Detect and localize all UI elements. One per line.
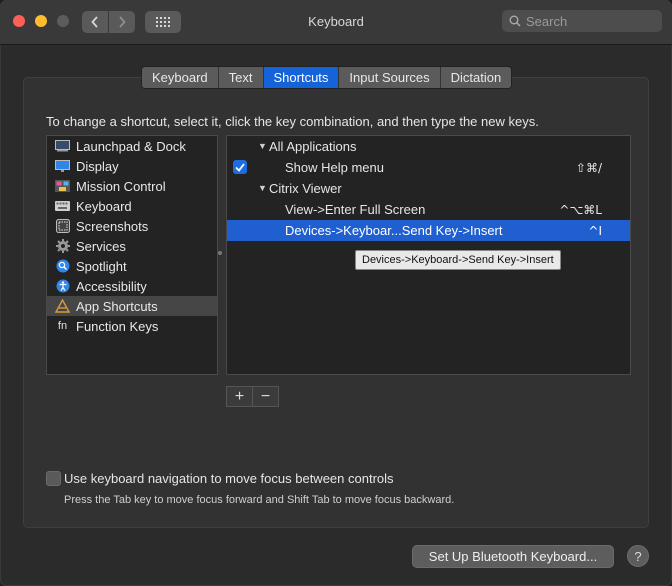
screenshots-icon	[55, 219, 70, 233]
remove-shortcut-button[interactable]: −	[253, 387, 278, 406]
mission-control-icon	[55, 179, 70, 193]
accessibility-icon	[55, 279, 70, 293]
tab-bar: Keyboard Text Shortcuts Input Sources Di…	[141, 66, 513, 89]
shortcut-category-list: Launchpad & Dock Display Mission Control…	[46, 135, 218, 375]
shortcut-keys[interactable]: ^I	[588, 224, 602, 238]
split-view-handle[interactable]	[218, 251, 222, 255]
shortcut-enabled-checkbox[interactable]	[233, 160, 247, 174]
category-label: Keyboard	[76, 198, 132, 214]
category-label: Spotlight	[76, 258, 127, 274]
category-label: Services	[76, 238, 126, 254]
launchpad-icon	[55, 139, 70, 153]
category-function-keys[interactable]: fn Function Keys	[47, 316, 217, 336]
category-accessibility[interactable]: Accessibility	[47, 276, 217, 296]
category-display[interactable]: Display	[47, 156, 217, 176]
keyboard-preferences-window: Keyboard Keyboard Text Shortcuts Input S…	[0, 0, 672, 586]
tab-text[interactable]: Text	[218, 67, 264, 88]
keyboard-navigation-note: Press the Tab key to move focus forward …	[64, 494, 455, 506]
search-input[interactable]	[526, 13, 656, 29]
setup-bluetooth-keyboard-button[interactable]: Set Up Bluetooth Keyboard...	[412, 545, 614, 568]
shortcut-row-show-help-menu[interactable]: Show Help menu ⇧⌘/	[227, 157, 630, 178]
disclosure-triangle-icon[interactable]: ▼	[258, 183, 267, 193]
shortcut-group-all-applications[interactable]: ▼ All Applications	[227, 136, 630, 157]
category-app-shortcuts[interactable]: App Shortcuts	[47, 296, 217, 316]
tooltip: Devices->Keyboard->Send Key->Insert	[355, 250, 561, 270]
category-screenshots[interactable]: Screenshots	[47, 216, 217, 236]
category-label: Function Keys	[76, 318, 159, 334]
checkmark-icon	[235, 162, 245, 172]
category-services[interactable]: Services	[47, 236, 217, 256]
shortcut-keys[interactable]: ⇧⌘/	[576, 161, 602, 175]
search-field[interactable]	[502, 10, 662, 32]
keyboard-navigation-label[interactable]: Use keyboard navigation to move focus be…	[64, 471, 394, 486]
category-label: Accessibility	[76, 278, 147, 294]
category-label: Launchpad & Dock	[76, 138, 186, 154]
title-bar: Keyboard	[0, 0, 672, 45]
keyboard-navigation-checkbox[interactable]	[46, 471, 61, 486]
fn-icon: fn	[57, 320, 68, 332]
category-label: Screenshots	[76, 218, 149, 234]
disclosure-triangle-icon[interactable]: ▼	[258, 141, 267, 151]
shortcut-label: Devices->Keyboar...Send Key->Insert	[285, 223, 503, 238]
shortcut-group-citrix-viewer[interactable]: ▼ Citrix Viewer	[227, 178, 630, 199]
keyboard-icon	[55, 199, 70, 213]
tab-shortcuts[interactable]: Shortcuts	[263, 67, 340, 88]
group-label: Citrix Viewer	[269, 181, 342, 196]
category-label: Display	[76, 158, 119, 174]
shortcut-label: View->Enter Full Screen	[285, 202, 426, 217]
search-icon	[509, 15, 521, 27]
category-spotlight[interactable]: Spotlight	[47, 256, 217, 276]
category-launchpad-dock[interactable]: Launchpad & Dock	[47, 136, 217, 156]
app-shortcuts-icon	[55, 299, 70, 313]
add-remove-control: + −	[226, 386, 279, 407]
shortcut-row-send-key-insert[interactable]: Devices->Keyboar...Send Key->Insert ^I	[227, 220, 630, 241]
shortcut-label: Show Help menu	[285, 160, 384, 175]
group-label: All Applications	[269, 139, 357, 154]
tab-input-sources[interactable]: Input Sources	[339, 67, 441, 88]
category-keyboard[interactable]: Keyboard	[47, 196, 217, 216]
shortcut-keys[interactable]: ^⌥⌘L	[559, 203, 602, 217]
gear-icon	[55, 239, 70, 253]
display-icon	[55, 159, 70, 173]
spotlight-icon	[55, 259, 70, 273]
category-mission-control[interactable]: Mission Control	[47, 176, 217, 196]
shortcut-row-enter-full-screen[interactable]: View->Enter Full Screen ^⌥⌘L	[227, 199, 630, 220]
add-shortcut-button[interactable]: +	[227, 387, 253, 406]
category-label: App Shortcuts	[76, 298, 158, 314]
category-label: Mission Control	[76, 178, 166, 194]
instructions-text: To change a shortcut, select it, click t…	[46, 114, 539, 129]
help-button[interactable]: ?	[627, 545, 649, 567]
tab-keyboard[interactable]: Keyboard	[142, 67, 219, 88]
tab-dictation[interactable]: Dictation	[440, 67, 512, 88]
